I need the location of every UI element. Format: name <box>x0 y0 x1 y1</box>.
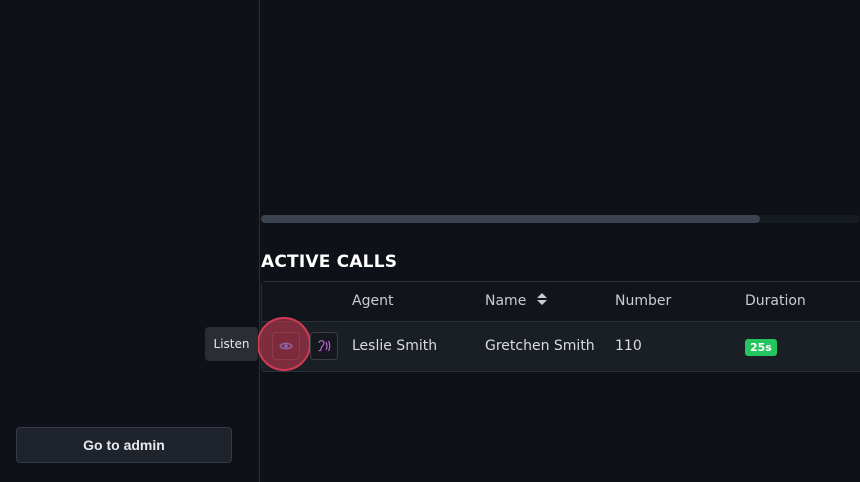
horizontal-scrollbar[interactable] <box>261 215 860 223</box>
listen-tooltip: Listen <box>205 327 258 361</box>
column-header-number: Number <box>615 293 672 309</box>
table-row: Leslie Smith Gretchen Smith 110 25s <box>257 317 860 372</box>
sort-icon[interactable] <box>536 293 547 309</box>
cell-name: Gretchen Smith <box>485 338 595 354</box>
scrollbar-thumb[interactable] <box>261 215 760 223</box>
listen-button[interactable] <box>257 317 311 371</box>
column-header-name-label: Name <box>485 293 527 309</box>
section-title: ACTIVE CALLS <box>261 252 398 272</box>
whisper-button[interactable] <box>310 332 338 360</box>
active-calls-table: Agent Name Number Duration Leslie Smith … <box>257 281 860 372</box>
sidebar: Go to admin <box>0 0 260 482</box>
table-header: Agent Name Number Duration <box>262 282 860 322</box>
column-header-duration: Duration <box>745 293 806 309</box>
duration-badge: 25s <box>745 339 777 356</box>
go-to-admin-button[interactable]: Go to admin <box>16 427 232 463</box>
column-header-agent: Agent <box>352 293 394 309</box>
main-content: ACTIVE CALLS Agent Name Number Duration <box>257 0 860 482</box>
cell-number: 110 <box>615 338 642 354</box>
eye-icon <box>279 342 293 350</box>
cell-agent: Leslie Smith <box>352 338 438 354</box>
sound-waves-icon <box>318 340 331 352</box>
column-header-name[interactable]: Name <box>485 293 547 309</box>
